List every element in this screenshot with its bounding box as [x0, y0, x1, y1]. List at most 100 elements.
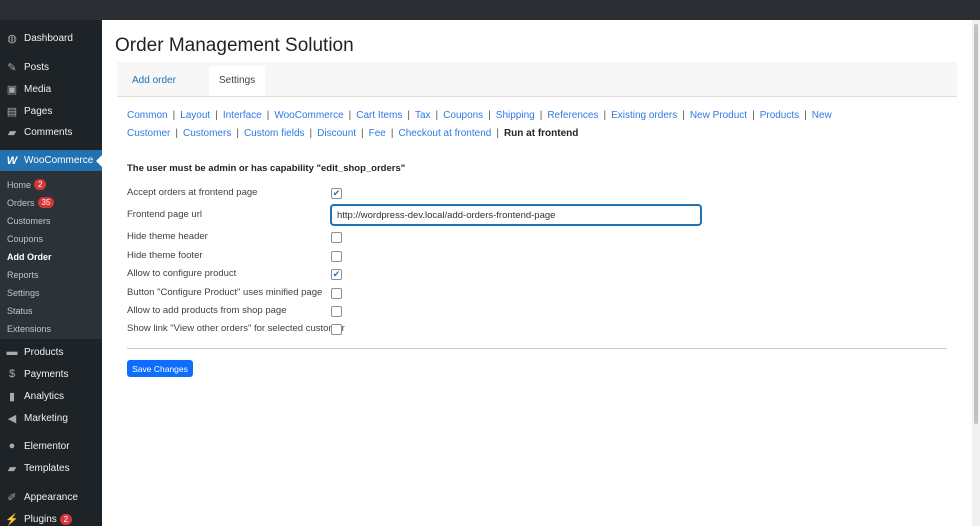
checkbox-accept[interactable]: ✔ — [331, 188, 342, 199]
separator: | — [172, 110, 176, 121]
separator: | — [539, 110, 543, 121]
separator: | — [390, 128, 394, 139]
menu-marketing[interactable]: ◀ Marketing — [0, 407, 102, 429]
section-nav: Common | Layout | Interface | WooCommerce | Cart… — [127, 107, 957, 143]
money-icon: $ — [8, 368, 16, 380]
count-badge: 35 — [37, 197, 55, 208]
section-link-references[interactable]: References — [547, 110, 598, 121]
submenu-customers[interactable]: Customers — [7, 216, 51, 226]
tab-settings[interactable]: Settings — [209, 66, 266, 96]
submenu-extensions[interactable]: Extensions — [7, 324, 51, 334]
admin-sidebar: ◍ Dashboard ✎ Posts ▣ Media ▤ Pages ▰ Comment… — [0, 20, 102, 526]
page-title: Order Management Solution — [115, 35, 354, 56]
section-link-customers[interactable]: Customers — [183, 128, 231, 139]
section-link-woocommerce[interactable]: WooCommerce — [274, 110, 343, 121]
label-shop: Allow to add products from shop page — [127, 305, 287, 316]
section-link-custom-fields[interactable]: Custom fields — [244, 128, 305, 139]
label-accept: Accept orders at frontend page — [127, 187, 258, 198]
menu-products[interactable]: ▬ Products — [0, 341, 102, 363]
comment-icon: ▰ — [7, 126, 17, 139]
submenu-home[interactable]: Home 2 — [7, 179, 47, 190]
section-link-run-at-frontend: Run at frontend — [503, 128, 579, 139]
label-url: Frontend page url — [127, 209, 202, 220]
section-link-products[interactable]: Products — [760, 110, 799, 121]
capability-note: The user must be admin or has capability… — [127, 163, 406, 174]
menu-posts[interactable]: ✎ Posts — [0, 56, 102, 78]
save-changes-button[interactable]: Save Changes — [127, 360, 193, 377]
submenu-reports[interactable]: Reports — [7, 270, 39, 280]
section-link-new-product[interactable]: New Product — [690, 110, 747, 121]
section-link-layout[interactable]: Layout — [180, 110, 210, 121]
folder-icon: ▰ — [7, 462, 17, 475]
section-link-interface[interactable]: Interface — [223, 110, 262, 121]
checkbox-shop[interactable] — [331, 306, 342, 317]
main-content: Order Management Solution Add order Sett… — [102, 20, 972, 526]
chart-bar-icon: ▮ — [8, 390, 16, 403]
menu-woocommerce[interactable]: W WooCommerce — [0, 150, 102, 171]
section-link-fee[interactable]: Fee — [369, 128, 386, 139]
label-minified: Button "Configure Product" uses minified… — [127, 287, 323, 298]
section-link-common[interactable]: Common — [127, 110, 168, 121]
checkbox-view-other[interactable] — [331, 324, 342, 335]
section-link-shipping[interactable]: Shipping — [496, 110, 535, 121]
separator: | — [682, 110, 685, 121]
section-link-tax[interactable]: Tax — [415, 110, 431, 121]
separator: | — [804, 110, 807, 121]
menu-appearance[interactable]: ✐ Appearance — [0, 486, 102, 508]
checkbox-hide-header[interactable] — [331, 232, 342, 243]
label-hide-header: Hide theme header — [127, 231, 208, 242]
woocommerce-submenu: Home 2 Orders 35 Customers Coupons Add Ord… — [0, 171, 102, 339]
menu-elementor[interactable]: ● Elementor — [0, 435, 102, 457]
submenu-settings[interactable]: Settings — [7, 288, 40, 298]
menu-templates[interactable]: ▰ Templates — [0, 457, 102, 479]
separator: | — [496, 128, 499, 139]
label-view-other: Show link "View other orders" for select… — [127, 323, 345, 334]
section-link-cart-items[interactable]: Cart Items — [356, 110, 402, 121]
count-badge: 2 — [59, 513, 73, 525]
separator: | — [488, 110, 491, 121]
label-hide-footer: Hide theme footer — [127, 250, 203, 261]
admin-bar — [0, 0, 980, 20]
separator: | — [215, 110, 218, 121]
separator: | — [752, 110, 755, 121]
menu-dashboard[interactable]: ◍ Dashboard — [0, 27, 102, 49]
media-icon: ▣ — [6, 83, 18, 96]
menu-plugins[interactable]: ⚡ Plugins 2 — [0, 508, 102, 530]
label-configure: Allow to configure product — [127, 268, 237, 279]
megaphone-icon: ◀ — [7, 412, 17, 425]
menu-analytics[interactable]: ▮ Analytics — [0, 385, 102, 407]
menu-payments[interactable]: $ Payments — [0, 363, 102, 385]
checkbox-configure[interactable]: ✔ — [331, 269, 342, 280]
section-link-coupons[interactable]: Coupons — [443, 110, 483, 121]
separator: | — [309, 128, 313, 139]
separator: | — [236, 128, 239, 139]
menu-pages[interactable]: ▤ Pages — [0, 100, 102, 122]
section-link-checkout-at-frontend[interactable]: Checkout at frontend — [398, 128, 491, 139]
submenu-status[interactable]: Status — [7, 306, 33, 316]
pin-icon: ✎ — [7, 61, 17, 74]
separator: | — [603, 110, 607, 121]
separator: | — [175, 128, 178, 139]
separator: | — [407, 110, 410, 121]
divider — [127, 348, 947, 349]
separator: | — [435, 110, 439, 121]
scrollbar-thumb[interactable] — [974, 24, 978, 424]
menu-media[interactable]: ▣ Media — [0, 78, 102, 100]
checkbox-hide-footer[interactable] — [331, 251, 342, 262]
menu-comments[interactable]: ▰ Comments — [0, 121, 102, 143]
submenu-add-order[interactable]: Add Order — [7, 252, 52, 262]
checkbox-minified[interactable] — [331, 288, 342, 299]
tab-add-order[interactable]: Add order — [122, 66, 186, 96]
separator: | — [266, 110, 270, 121]
dashboard-icon: ◍ — [7, 32, 17, 45]
submenu-orders[interactable]: Orders 35 — [7, 197, 55, 208]
scrollbar[interactable] — [972, 20, 980, 526]
section-link-existing-orders[interactable]: Existing orders — [611, 110, 677, 121]
plugin-icon: ⚡ — [5, 513, 19, 526]
submenu-coupons[interactable]: Coupons — [7, 234, 43, 244]
frontend-url-input[interactable] — [331, 205, 701, 225]
separator: | — [348, 110, 352, 121]
count-badge: 2 — [34, 179, 47, 190]
section-link-discount[interactable]: Discount — [317, 128, 356, 139]
separator: | — [361, 128, 364, 139]
